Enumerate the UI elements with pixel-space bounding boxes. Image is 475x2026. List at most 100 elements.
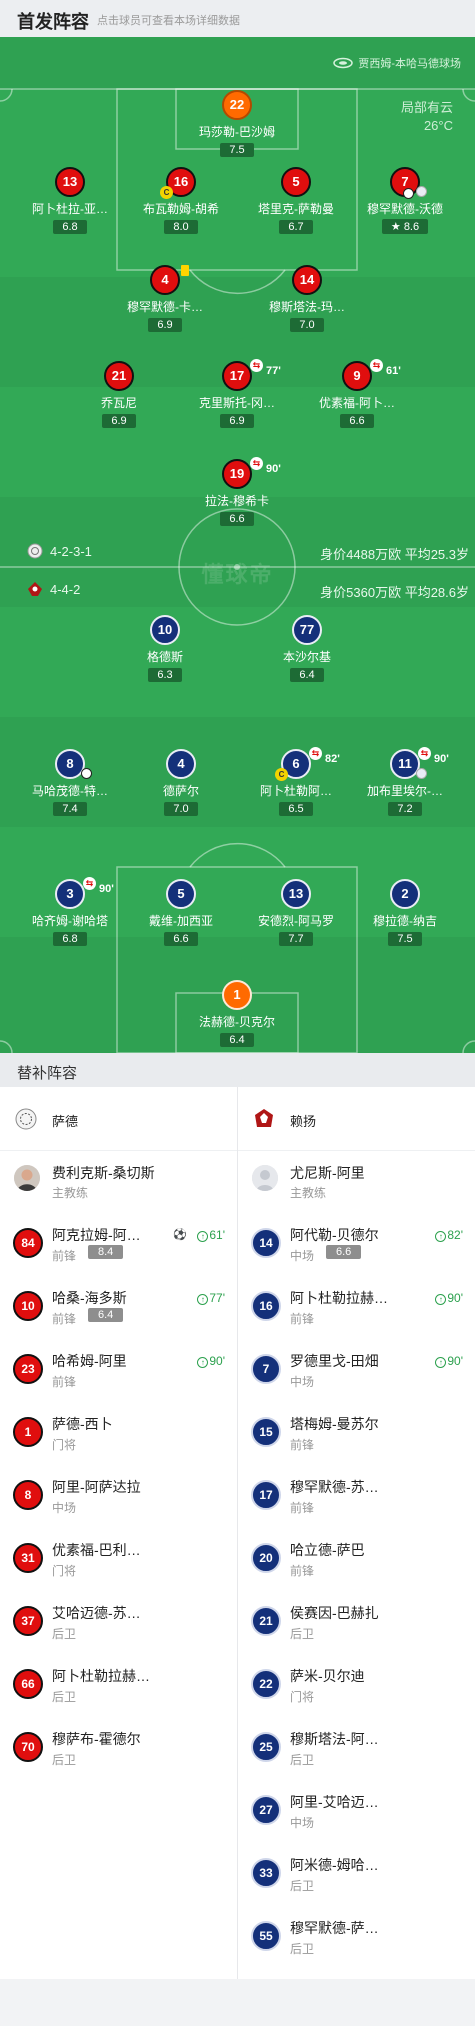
sub-player-row[interactable]: 1 萨德-西卜 门将 — [0, 1403, 237, 1466]
player-away[interactable]: 11 ⇆ 90' 加布里埃尔-… 7.2 — [350, 747, 460, 817]
away-coach-row[interactable]: 尤尼斯-阿里 主教练 — [238, 1151, 475, 1214]
sub-position: 后卫 — [290, 1942, 315, 1956]
player-away[interactable]: 3 ⇆ 90' 哈齐姆-谢哈塔 6.8 — [15, 877, 125, 947]
player-away[interactable]: 5 戴维-加西亚 6.6 — [126, 879, 236, 947]
player-home[interactable]: 4 穆罕默德-卡… 6.9 — [110, 265, 220, 333]
sub-position: 后卫 — [290, 1879, 315, 1893]
sub-minute: 90' — [434, 753, 449, 765]
home-team-value: 身价4488万欧 平均25.3岁 — [320, 547, 469, 562]
sub-name: 阿克拉姆-阿… — [52, 1227, 141, 1243]
sub-number: 17 — [251, 1480, 281, 1510]
sub-number: 15 — [251, 1417, 281, 1447]
sub-name: 阿卜杜勒拉赫… — [290, 1290, 388, 1306]
weather-desc: 局部有云 — [400, 100, 453, 115]
sub-number: 25 — [251, 1732, 281, 1762]
player-number: 77 — [292, 615, 322, 645]
player-away[interactable]: 1 法赫德-贝克尔 6.4 — [182, 980, 292, 1048]
player-rating: 6.6 — [340, 414, 374, 428]
player-home[interactable]: 13 阿卜杜拉-亚… 6.8 — [15, 167, 125, 235]
coach-name: 尤尼斯-阿里 — [290, 1165, 365, 1181]
sub-number: 20 — [251, 1543, 281, 1573]
player-number: 2 — [390, 879, 420, 909]
sub-player-row[interactable]: 37 艾哈迈德-苏… 后卫 — [0, 1592, 237, 1655]
home-team-info: 4-2-3-1 身价4488万欧 平均25.3岁 — [0, 542, 475, 562]
player-away[interactable]: 2 穆拉德-纳吉 7.5 — [350, 879, 460, 947]
player-number: 19 ⇆ 90' — [222, 457, 281, 489]
sub-name: 哈桑-海多斯 — [52, 1290, 127, 1306]
player-away[interactable]: 13 安德烈-阿马罗 7.7 — [241, 879, 351, 947]
coach-avatar — [14, 1165, 40, 1191]
sub-player-row[interactable]: 10 哈桑-海多斯 前锋 6.4 ↑ 77' — [0, 1277, 237, 1340]
sub-player-row[interactable]: 21 侯赛因-巴赫扎 后卫 — [238, 1592, 475, 1655]
player-name: 法赫德-贝克尔 — [199, 1015, 275, 1029]
player-rating: 6.8 — [53, 932, 87, 946]
home-coach-row[interactable]: 费利克斯-桑切斯 主教练 — [0, 1151, 237, 1214]
captain-icon: C — [160, 186, 173, 199]
player-number: 1 — [222, 980, 252, 1010]
player-home[interactable]: 16 C 布瓦勒姆-胡希 8.0 — [126, 167, 236, 235]
captain-icon: C — [275, 768, 288, 781]
sub-out-icon: ⇆ — [418, 747, 431, 760]
sub-player-row[interactable]: 70 穆萨布-霍德尔 后卫 — [0, 1718, 237, 1781]
player-home[interactable]: 5 塔里克-萨勒曼 6.7 — [241, 167, 351, 235]
sub-position: 前锋 — [52, 1249, 77, 1263]
sub-player-row[interactable]: 15 塔梅姆-曼苏尔 前锋 — [238, 1403, 475, 1466]
coach-role: 主教练 — [290, 1186, 327, 1200]
player-name: 穆拉德-纳吉 — [373, 914, 437, 928]
sub-number: 10 — [13, 1291, 43, 1321]
sub-player-row[interactable]: 17 穆罕默德-苏… 前锋 — [238, 1466, 475, 1529]
page-bottom — [0, 1979, 475, 2026]
sub-player-row[interactable]: 22 萨米-贝尔迪 门将 — [238, 1655, 475, 1718]
player-away[interactable]: 8 马哈茂德-特… 7.4 — [15, 749, 125, 817]
subs-title: 替补阵容 — [17, 1065, 78, 1082]
sub-rating: 6.4 — [88, 1308, 124, 1322]
player-name: 玛莎勒-巴沙姆 — [199, 125, 275, 139]
player-rating: 6.3 — [148, 668, 182, 682]
sub-player-row[interactable]: 31 优素福-巴利… 门将 — [0, 1529, 237, 1592]
sub-player-row[interactable]: 84 阿克拉姆-阿… 前锋 8.4 ⚽ ↑ 61' — [0, 1214, 237, 1277]
player-home[interactable]: 7 穆罕默德-沃德 ★ 8.6 — [350, 167, 460, 235]
player-home[interactable]: 22 玛莎勒-巴沙姆 7.5 — [182, 90, 292, 158]
sub-position: 中场 — [290, 1816, 315, 1830]
away-team-logo-icon — [28, 582, 42, 596]
player-number: 4 — [166, 749, 196, 779]
away-team-row[interactable]: 赖扬 — [238, 1087, 475, 1151]
sub-player-row[interactable]: 7 罗德里戈-田畑 中场 ↑ 90' — [238, 1340, 475, 1403]
player-home[interactable]: 19 ⇆ 90' 拉法-穆希卡 6.6 — [182, 457, 292, 527]
sub-player-row[interactable]: 27 阿里-艾哈迈… 中场 — [238, 1781, 475, 1844]
sub-player-row[interactable]: 25 穆斯塔法-阿… 后卫 — [238, 1718, 475, 1781]
sub-player-row[interactable]: 14 阿代勒-贝德尔 中场 6.6 ↑ 82' — [238, 1214, 475, 1277]
sub-player-row[interactable]: 23 哈希姆-阿里 前锋 ↑ 90' — [0, 1340, 237, 1403]
sub-position: 后卫 — [290, 1753, 315, 1767]
sub-player-row[interactable]: 33 阿米德-姆哈… 后卫 — [238, 1844, 475, 1907]
sub-name: 穆罕默德-萨… — [290, 1920, 379, 1936]
goal-icon — [81, 768, 92, 779]
player-number: 21 — [104, 361, 134, 391]
sub-position: 中场 — [52, 1501, 77, 1515]
player-home[interactable]: 14 穆斯塔法-玛… 7.0 — [252, 265, 362, 333]
sub-minute: 90' — [266, 463, 281, 475]
sub-player-row[interactable]: 16 阿卜杜勒拉赫… 前锋 ↑ 90' — [238, 1277, 475, 1340]
sub-in: ↑ 61' — [197, 1228, 225, 1242]
home-team-row[interactable]: 萨德 — [0, 1087, 237, 1151]
sub-player-row[interactable]: 8 阿里-阿萨达拉 中场 — [0, 1466, 237, 1529]
player-away[interactable]: 4 德萨尔 7.0 — [126, 749, 236, 817]
player-rating: 6.9 — [102, 414, 136, 428]
player-number: 13 — [281, 879, 311, 909]
player-home[interactable]: 21 乔瓦尼 6.9 — [64, 361, 174, 429]
temperature: 26°C — [423, 118, 453, 133]
player-away[interactable]: 6 ⇆ 82' C 阿卜杜勒阿… 6.5 — [241, 747, 351, 817]
pitch: 贾西姆-本哈马德球场 局部有云 26°C 懂球帝 4-2-3-1 身价4488万… — [0, 37, 475, 1053]
player-name: 德萨尔 — [162, 784, 199, 798]
sub-player-row[interactable]: 20 哈立德-萨巴 前锋 — [238, 1529, 475, 1592]
player-home[interactable]: 17 ⇆ 77' 克里斯托-冈… 6.9 — [182, 359, 292, 429]
player-away[interactable]: 10 格德斯 6.3 — [110, 615, 220, 683]
player-away[interactable]: 77 本沙尔基 6.4 — [252, 615, 362, 683]
player-number: 10 — [150, 615, 180, 645]
player-home[interactable]: 9 ⇆ 61' 优素福-阿卜… 6.6 — [302, 359, 412, 429]
player-rating: 6.6 — [164, 932, 198, 946]
sub-player-row[interactable]: 66 阿卜杜勒拉赫… 后卫 — [0, 1655, 237, 1718]
player-number: 8 — [55, 749, 92, 779]
sub-player-row[interactable]: 55 穆罕默德-萨… 后卫 — [238, 1907, 475, 1970]
player-rating: 6.8 — [53, 220, 87, 234]
